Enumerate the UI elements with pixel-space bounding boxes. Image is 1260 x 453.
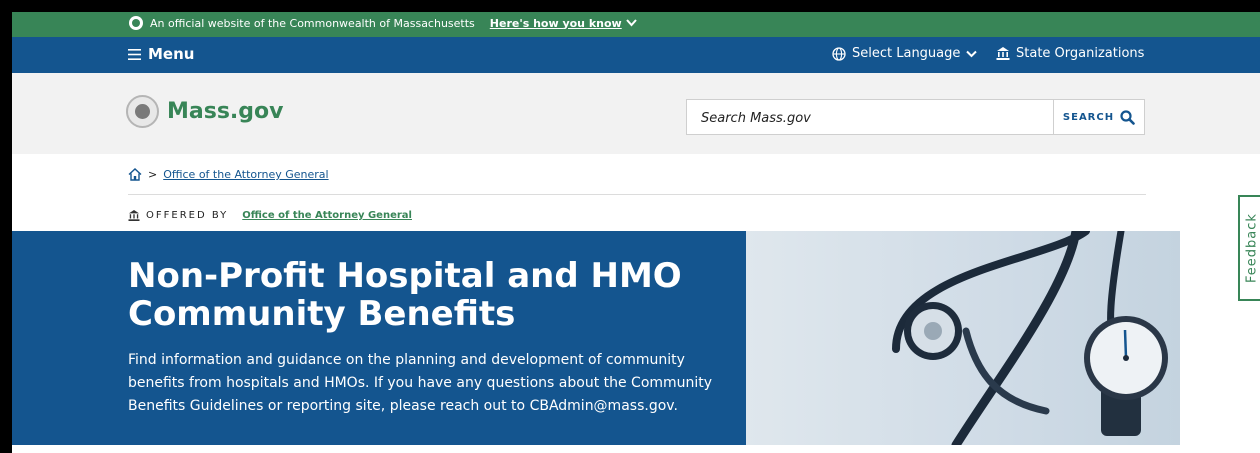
state-organizations-button[interactable]: State Organizations	[996, 46, 1144, 61]
page: An official website of the Commonwealth …	[12, 12, 1260, 453]
mass-gov-logo[interactable]: Mass.gov	[126, 95, 284, 128]
offered-by-label: OFFERED BY	[146, 210, 229, 221]
page-description: Find information and guidance on the pla…	[128, 352, 713, 414]
search-icon	[1120, 109, 1135, 125]
search-form: SEARCH	[686, 99, 1145, 136]
site-header: Mass.gov SEARCH	[12, 73, 1260, 154]
search-button-label: SEARCH	[1062, 111, 1115, 123]
menu-button[interactable]: Menu	[128, 45, 194, 63]
menu-bar: Menu Select Language State Organizations	[12, 37, 1260, 73]
globe-icon	[832, 46, 846, 61]
divider	[128, 194, 1146, 195]
massachusetts-seal-icon	[126, 95, 159, 128]
chevron-down-icon	[625, 19, 637, 27]
search-button[interactable]: SEARCH	[1053, 100, 1144, 134]
stethoscope-illustration	[892, 231, 1168, 445]
offered-by: OFFERED BY Office of the Attorney Genera…	[128, 210, 412, 221]
official-text: An official website of the Commonwealth …	[150, 16, 475, 30]
official-banner: An official website of the Commonwealth …	[12, 12, 1260, 37]
logo-text: Mass.gov	[167, 99, 284, 124]
massachusetts-seal-icon	[129, 16, 143, 30]
state-building-icon	[996, 47, 1010, 60]
page-title: Non-Profit Hospital and HMO Community Be…	[128, 256, 682, 334]
home-icon[interactable]	[128, 168, 142, 181]
state-building-icon	[128, 210, 140, 221]
how-you-know-link[interactable]: Here's how you know	[490, 17, 637, 30]
menu-label: Menu	[148, 45, 195, 63]
how-you-know-label: Here's how you know	[489, 16, 622, 30]
breadcrumb-separator: >	[148, 168, 158, 181]
state-organizations-label: State Organizations	[1016, 46, 1145, 61]
page-banner: Non-Profit Hospital and HMO Community Be…	[12, 231, 1180, 445]
feedback-label: Feedback	[1244, 213, 1260, 283]
breadcrumb-link[interactable]: Office of the Attorney General	[163, 168, 328, 181]
feedback-tab[interactable]: Feedback	[1238, 195, 1260, 301]
hamburger-icon	[128, 48, 141, 60]
search-input[interactable]	[687, 100, 1073, 136]
breadcrumb: > Office of the Attorney General	[128, 168, 329, 181]
select-language-label: Select Language	[852, 46, 961, 61]
select-language-button[interactable]: Select Language	[832, 46, 978, 61]
offered-by-link[interactable]: Office of the Attorney General	[242, 210, 412, 221]
chevron-down-icon	[966, 50, 978, 57]
stethoscope-image	[746, 231, 1180, 445]
